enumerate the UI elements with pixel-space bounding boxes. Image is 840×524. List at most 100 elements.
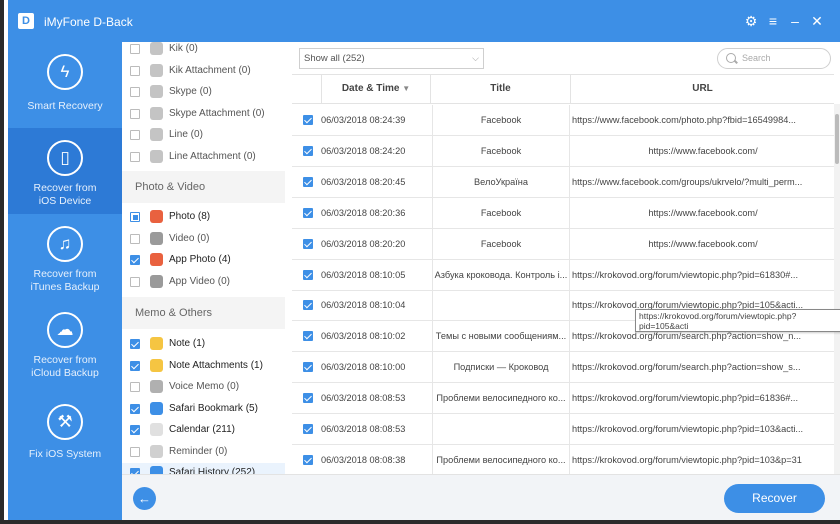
category-label: Note Attachments (1) <box>169 359 263 371</box>
row-checkbox[interactable] <box>303 238 313 249</box>
checkbox[interactable] <box>130 233 140 244</box>
row-checkbox[interactable] <box>303 115 313 125</box>
row-url: https://www.facebook.com/groups/ukrvelo/… <box>572 176 803 187</box>
category-item[interactable]: Skype (0) <box>122 82 289 103</box>
nav-label: Smart Recovery <box>27 100 103 112</box>
checkbox[interactable] <box>130 130 140 140</box>
checkbox[interactable] <box>130 360 140 371</box>
checkbox[interactable] <box>130 446 140 457</box>
category-item[interactable]: Voice Memo (0) <box>122 377 289 398</box>
checkbox[interactable] <box>130 108 140 119</box>
scrollbar-thumb[interactable] <box>835 114 839 164</box>
category-label: App Video (0) <box>169 275 230 287</box>
minimize-icon[interactable]: – <box>786 12 804 30</box>
table-scrollbar[interactable] <box>834 104 840 474</box>
nav-item-music[interactable]: ♫ Recover from iTunes Backup <box>8 214 122 300</box>
row-checkbox[interactable] <box>303 176 313 187</box>
table-row[interactable]: 06/03/2018 08:20:36 Facebook https://www.f… <box>292 197 834 229</box>
row-checkbox[interactable] <box>303 207 313 218</box>
category-item[interactable]: Safari History (252) <box>122 463 289 474</box>
checkbox[interactable] <box>130 403 140 414</box>
category-item[interactable]: App Photo (4) <box>122 250 289 271</box>
search-icon <box>726 53 736 63</box>
back-button[interactable]: ← <box>133 487 156 510</box>
title-bar: D iMyFone D-Back ⚙ ≡ – ✕ <box>8 0 840 42</box>
category-item[interactable]: Line Attachment (0) <box>122 147 289 168</box>
table-row[interactable]: 06/03/2018 08:20:20 Facebook https://www.f… <box>292 228 834 260</box>
table-row[interactable]: 06/03/2018 08:24:39 Facebook https://www.f… <box>292 105 834 136</box>
table-row[interactable]: 06/03/2018 08:08:53 Проблеми велосипедног… <box>292 383 834 415</box>
category-scrollbar[interactable] <box>285 42 290 474</box>
checkbox[interactable] <box>130 44 140 54</box>
row-date: 06/03/2018 08:08:38 <box>321 454 406 465</box>
row-title: Facebook <box>432 197 570 228</box>
table-row[interactable]: 06/03/2018 08:08:38 Проблеми велосипедног… <box>292 444 834 474</box>
nav-label: Fix iOS System <box>28 448 102 460</box>
checkbox[interactable] <box>130 151 140 162</box>
music-icon: ♫ <box>47 226 83 262</box>
row-url: https://krokovod.org/forum/viewtopic.php… <box>572 393 798 404</box>
nav-item-lightning[interactable]: ϟ Smart Recovery <box>8 42 122 128</box>
header-date-label: Date & Time <box>341 83 400 94</box>
category-icon <box>150 42 163 55</box>
category-item[interactable]: App Video (0) <box>122 272 289 293</box>
category-item[interactable]: Kik (0) <box>122 42 289 60</box>
row-checkbox[interactable] <box>303 454 313 465</box>
row-checkbox[interactable] <box>303 331 313 342</box>
nav-item-phone[interactable]: ▯ Recover from iOS Device <box>8 128 122 214</box>
checkbox[interactable] <box>130 87 140 97</box>
header-date-time[interactable]: Date & Time ▼ <box>322 75 431 103</box>
close-icon[interactable]: ✕ <box>808 12 826 30</box>
row-url: https://www.facebook.com/ <box>648 207 758 218</box>
checkbox[interactable] <box>130 276 140 287</box>
row-checkbox[interactable] <box>303 300 313 311</box>
row-checkbox[interactable] <box>303 393 313 404</box>
category-item[interactable]: Photo (8) <box>122 207 289 228</box>
header-url[interactable]: URL <box>571 75 834 103</box>
checkbox[interactable] <box>130 212 140 222</box>
category-item[interactable]: Note Attachments (1) <box>122 356 289 377</box>
row-title: Темы с новыми сообщениям... <box>432 321 570 352</box>
recover-button[interactable]: Recover <box>724 484 825 513</box>
table-row[interactable]: 06/03/2018 08:10:00 Подписки — Кроковод ht… <box>292 352 834 384</box>
row-checkbox[interactable] <box>303 362 313 373</box>
checkbox[interactable] <box>130 339 140 349</box>
checkbox[interactable] <box>130 425 140 435</box>
category-item[interactable]: Calendar (211) <box>122 420 289 441</box>
category-item[interactable]: Skype Attachment (0) <box>122 104 289 125</box>
row-date: 06/03/2018 08:24:20 <box>321 145 406 156</box>
checkbox[interactable] <box>130 65 140 76</box>
category-item[interactable]: Reminder (0) <box>122 442 289 463</box>
row-checkbox[interactable] <box>303 269 313 280</box>
row-checkbox[interactable] <box>303 424 313 434</box>
category-item[interactable]: Line (0) <box>122 125 289 146</box>
gear-icon[interactable]: ⚙ <box>742 12 760 30</box>
category-icon <box>150 106 163 120</box>
header-title[interactable]: Title <box>431 75 571 103</box>
table-row[interactable]: 06/03/2018 08:10:05 Азбука кроковода. Кон… <box>292 259 834 291</box>
row-url: https://krokovod.org/forum/viewtopic.php… <box>572 269 798 280</box>
category-icon <box>150 358 163 372</box>
sort-down-icon: ▼ <box>402 84 411 93</box>
category-icon <box>150 337 163 350</box>
table-header: Date & Time ▼ Title URL <box>292 74 834 104</box>
row-url: https://krokovod.org/forum/viewtopic.php… <box>572 454 802 465</box>
nav-item-cloud[interactable]: ☁ Recover from iCloud Backup <box>8 300 122 386</box>
category-item[interactable]: Safari Bookmark (5) <box>122 399 289 420</box>
checkbox[interactable] <box>130 255 140 265</box>
category-item[interactable]: Video (0) <box>122 229 289 250</box>
nav-label: Recover from iCloud Backup <box>31 354 99 379</box>
menu-icon[interactable]: ≡ <box>764 12 782 30</box>
category-item[interactable]: Kik Attachment (0) <box>122 61 289 82</box>
category-item[interactable]: Note (1) <box>122 334 289 355</box>
filter-dropdown[interactable]: Show all (252) ⌵ <box>299 48 484 69</box>
table-row[interactable]: 06/03/2018 08:20:45 ВелоУкраїна https://ww… <box>292 166 834 198</box>
category-label: Video (0) <box>169 232 210 244</box>
checkbox[interactable] <box>130 382 140 392</box>
search-input[interactable]: Search <box>717 48 831 69</box>
row-checkbox[interactable] <box>303 145 313 156</box>
nav-item-wrench[interactable]: ⚒ Fix iOS System <box>8 386 122 472</box>
table-row[interactable]: 06/03/2018 08:24:20 Facebook https://www.f… <box>292 135 834 167</box>
row-date: 06/03/2018 08:20:36 <box>321 207 406 218</box>
table-row[interactable]: 06/03/2018 08:08:53 https://krokovod.org/… <box>292 414 834 445</box>
